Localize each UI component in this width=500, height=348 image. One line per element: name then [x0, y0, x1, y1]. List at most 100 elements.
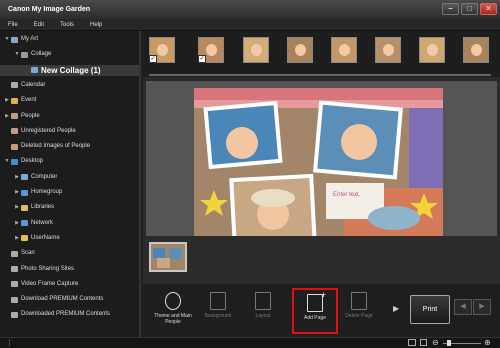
- delete-page-button[interactable]: Delete Page: [336, 288, 382, 334]
- tree-item[interactable]: ▶ Event: [0, 95, 139, 106]
- tree-item[interactable]: Unregistered People: [0, 126, 139, 137]
- expand-arrow-icon[interactable]: ▶: [14, 233, 20, 244]
- collapse-arrow-icon[interactable]: ▼: [4, 34, 10, 45]
- delete-page-icon: [351, 292, 367, 310]
- folder-icon: [11, 113, 18, 119]
- tree-item[interactable]: Download PREMIUM Contents: [0, 294, 139, 305]
- scroll-right-icon[interactable]: ▶: [393, 304, 399, 313]
- zoom-in-icon[interactable]: ⊕: [484, 338, 491, 347]
- photo-face: [339, 44, 350, 56]
- tree-item-label: Libraries: [31, 204, 55, 211]
- image-thumbnail[interactable]: [243, 37, 269, 63]
- minimize-button[interactable]: –: [442, 3, 459, 15]
- photo-face: [471, 44, 482, 56]
- add-page-button[interactable]: + Add Page: [292, 288, 338, 334]
- tree-item-label: Computer: [31, 173, 58, 180]
- expand-arrow-icon[interactable]: ▶: [14, 202, 20, 213]
- menu-help[interactable]: Help: [90, 19, 102, 30]
- folder-icon: [11, 97, 18, 104]
- tree-item-label: My Art: [21, 36, 39, 42]
- tree-item-label: Video Frame Capture: [21, 280, 79, 287]
- photo-face: [157, 44, 168, 56]
- tree-item[interactable]: Video Frame Capture: [0, 279, 139, 290]
- menu-tools[interactable]: Tools: [60, 19, 74, 30]
- image-thumbnail[interactable]: [331, 37, 357, 63]
- tree-item[interactable]: New Collage (1): [0, 64, 139, 76]
- collapse-arrow-icon[interactable]: ▼: [14, 49, 20, 60]
- tree-item-label: Desktop: [21, 158, 44, 165]
- folder-icon: [11, 311, 18, 318]
- expand-arrow-icon[interactable]: ▶: [4, 95, 10, 106]
- tree-item[interactable]: Deleted Images of People: [0, 141, 139, 152]
- tree-item-label: Scan: [21, 250, 35, 257]
- checkbox-icon[interactable]: ✓: [198, 55, 206, 63]
- tree-item[interactable]: ▼ My Art: [0, 34, 139, 45]
- tree-item-label: Downloaded PREMIUM Contents: [21, 311, 111, 318]
- expand-arrow-icon[interactable]: ▶: [14, 172, 20, 183]
- window-title: Canon My Image Garden: [8, 6, 91, 13]
- next-button[interactable]: ▶: [473, 299, 491, 315]
- folder-icon: [11, 82, 18, 89]
- title-bar: Canon My Image Garden – □ ✕: [0, 0, 500, 19]
- thumbnail-scrollbar[interactable]: [149, 74, 491, 76]
- expand-arrow-icon[interactable]: ▶: [4, 111, 10, 122]
- folder-icon: [21, 204, 28, 211]
- tree-item[interactable]: ▶ UserName: [0, 233, 139, 244]
- print-button[interactable]: Print: [410, 295, 450, 324]
- tree-item-label: Network: [31, 219, 54, 226]
- tree-item[interactable]: ▼ Collage: [0, 49, 139, 60]
- zoom-out-icon[interactable]: ⊖: [432, 338, 439, 347]
- folder-icon: [31, 67, 38, 74]
- photo-face: [427, 44, 438, 56]
- tree-item[interactable]: Scan: [0, 248, 139, 259]
- tree-item[interactable]: ▶ Libraries: [0, 202, 139, 213]
- page-thumbnail[interactable]: [149, 242, 187, 272]
- canvas-text-placeholder: Enter text.: [333, 192, 361, 198]
- previous-button[interactable]: ◀: [454, 299, 472, 315]
- folder-icon: [21, 51, 28, 58]
- image-thumbnail[interactable]: ✓: [149, 37, 175, 63]
- photo-face: [383, 44, 394, 56]
- menu-bar: File Edit Tools Help: [0, 19, 500, 31]
- tree-item[interactable]: ▼ Desktop: [0, 156, 139, 167]
- tree-item[interactable]: ▶ Homegroup: [0, 187, 139, 198]
- folder-icon: [21, 189, 28, 196]
- background-button[interactable]: Background: [195, 288, 241, 334]
- layout-button[interactable]: Layout: [240, 288, 286, 334]
- more-options-icon[interactable]: ⋮: [6, 339, 13, 347]
- folder-icon: [11, 158, 18, 165]
- checkbox-icon[interactable]: ✓: [149, 55, 157, 63]
- image-thumbnail-strip: ✓ ✓: [143, 31, 500, 77]
- image-thumbnail[interactable]: [419, 37, 445, 63]
- view-toggle-icon[interactable]: [408, 339, 416, 346]
- tree-item[interactable]: Downloaded PREMIUM Contents: [0, 309, 139, 320]
- tree-item[interactable]: Photo Sharing Sites: [0, 264, 139, 275]
- tree-item[interactable]: ▶ Network: [0, 218, 139, 229]
- bottom-toolbar: Theme and Main People Background Layout …: [143, 284, 500, 337]
- image-thumbnail[interactable]: [375, 37, 401, 63]
- tree-item[interactable]: ▶ Computer: [0, 172, 139, 183]
- image-thumbnail[interactable]: ✓: [198, 37, 224, 63]
- image-thumbnail[interactable]: [463, 37, 489, 63]
- folder-icon: [21, 220, 28, 227]
- maximize-button[interactable]: □: [461, 3, 478, 15]
- tree-item[interactable]: ▶ People: [0, 111, 139, 122]
- photo-face: [295, 44, 306, 56]
- fit-window-icon[interactable]: [420, 339, 427, 346]
- navigation-tree: ▼ My Art ▼ Collage New Collage (1) Calendar ▶ E…: [0, 31, 141, 337]
- image-thumbnail[interactable]: [287, 37, 313, 63]
- menu-file[interactable]: File: [8, 19, 18, 30]
- folder-icon: [11, 266, 18, 272]
- theme-main-people-button[interactable]: Theme and Main People: [150, 288, 196, 334]
- expand-arrow-icon[interactable]: ▶: [14, 187, 20, 198]
- zoom-slider-handle[interactable]: [447, 340, 451, 346]
- collapse-arrow-icon[interactable]: ▼: [4, 156, 10, 167]
- expand-arrow-icon[interactable]: ▶: [14, 218, 20, 229]
- menu-edit[interactable]: Edit: [34, 19, 44, 30]
- folder-icon: [11, 143, 18, 150]
- close-button[interactable]: ✕: [480, 3, 497, 15]
- tree-item-label: Homegroup: [31, 189, 63, 195]
- tree-item-label: People: [21, 112, 40, 119]
- folder-icon: [11, 36, 18, 43]
- tree-item[interactable]: Calendar: [0, 80, 139, 91]
